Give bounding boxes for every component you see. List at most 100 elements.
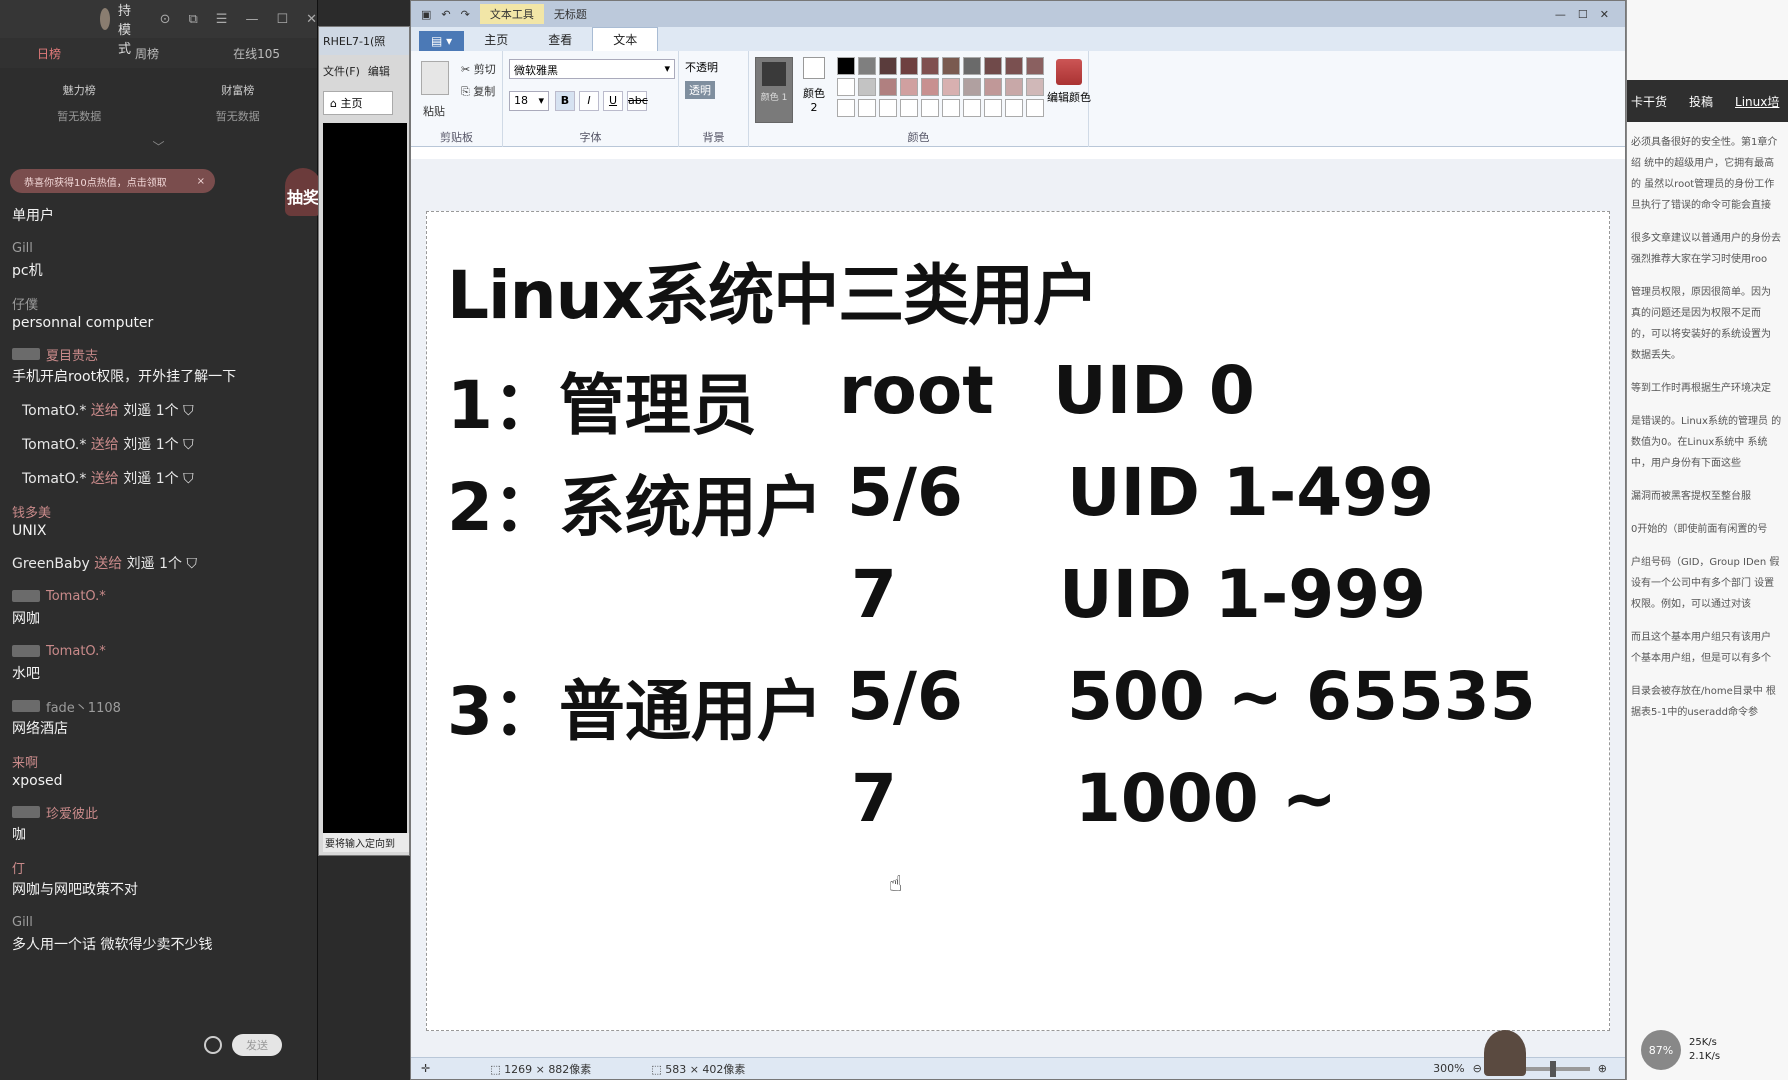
color-swatch[interactable] (900, 57, 918, 75)
color-swatch[interactable] (837, 78, 855, 96)
color-swatch[interactable] (1005, 57, 1023, 75)
color-swatch[interactable] (1026, 99, 1044, 117)
popout-icon[interactable]: ⧉ (188, 12, 197, 27)
close-icon[interactable]: ✕ (306, 12, 317, 27)
color-swatch[interactable] (858, 57, 876, 75)
menu-edit[interactable]: 编辑 (368, 63, 390, 79)
color1-button[interactable]: 颜色 1 (755, 57, 793, 123)
color-swatch[interactable] (858, 99, 876, 117)
zoom-out-button[interactable]: ⊖ (1473, 1062, 1482, 1075)
color2-button[interactable]: 颜色 2 (799, 57, 829, 114)
color-swatch[interactable] (984, 78, 1002, 96)
tab-home[interactable]: 主页 (464, 28, 528, 51)
color-swatch[interactable] (963, 78, 981, 96)
opaque-option[interactable]: 不透明 (685, 59, 718, 75)
vm-screen[interactable] (323, 123, 407, 843)
tab-text[interactable]: 文本 (592, 27, 659, 51)
color-swatch[interactable] (942, 78, 960, 96)
close-icon[interactable]: ✕ (1600, 8, 1609, 21)
username[interactable]: 仃 (12, 858, 312, 877)
color-swatch[interactable] (900, 99, 918, 117)
menu-icon[interactable]: ☰ (216, 12, 228, 27)
color-swatch[interactable] (1026, 57, 1044, 75)
wealth-rank-label[interactable]: 财富榜 (221, 82, 254, 98)
underline-button[interactable]: U (603, 91, 623, 111)
tab-view[interactable]: 查看 (528, 28, 592, 51)
color-swatch[interactable] (837, 99, 855, 117)
menu-file[interactable]: 文件(F) (323, 63, 360, 79)
gift-sender[interactable]: TomatO.* (22, 471, 86, 487)
nav-item[interactable]: Linux培 (1735, 93, 1779, 110)
save-icon[interactable]: ▣ (421, 8, 431, 21)
username[interactable]: fade丶1108 (12, 697, 312, 716)
gift-sender[interactable]: GreenBaby (12, 556, 90, 572)
chevron-down-icon[interactable]: ﹀ (0, 138, 317, 155)
undo-icon[interactable]: ↶ (441, 8, 450, 21)
gift-sender[interactable]: TomatO.* (22, 437, 86, 453)
color-swatch[interactable] (879, 57, 897, 75)
color-swatch[interactable] (900, 78, 918, 96)
minimize-icon[interactable]: — (1555, 8, 1566, 21)
nav-item[interactable]: 卡干货 (1631, 93, 1667, 110)
nav-item[interactable]: 投稿 (1689, 93, 1713, 110)
strikethrough-button[interactable]: abc (627, 91, 648, 111)
tab-daily[interactable]: 日榜 (37, 45, 61, 62)
redo-icon[interactable]: ↷ (461, 8, 470, 21)
username[interactable]: TomatO.* (12, 642, 312, 660)
color-swatch[interactable] (963, 99, 981, 117)
gift-sender[interactable]: TomatO.* (22, 403, 86, 419)
tab-weekly[interactable]: 周榜 (135, 45, 159, 62)
username[interactable]: Gill (12, 239, 312, 257)
color-swatch[interactable] (984, 99, 1002, 117)
send-button[interactable]: 发送 (232, 1034, 282, 1056)
maximize-icon[interactable]: ☐ (276, 12, 288, 27)
row-uid: UID 1-999 (1059, 556, 1426, 633)
color-swatch[interactable] (1005, 78, 1023, 96)
charm-rank-label[interactable]: 魅力榜 (63, 82, 96, 98)
avatar[interactable] (100, 8, 110, 30)
copy-button[interactable]: ⎘ 复制 (461, 83, 495, 99)
transparent-option[interactable]: 透明 (685, 81, 715, 99)
color-swatch[interactable] (942, 99, 960, 117)
maximize-icon[interactable]: ☐ (1578, 8, 1588, 21)
username[interactable]: 仔僕 (12, 294, 312, 313)
color-swatch[interactable] (1005, 99, 1023, 117)
tab-online[interactable]: 在线105 (233, 45, 280, 62)
color-swatch[interactable] (1026, 78, 1044, 96)
color-swatch[interactable] (858, 78, 876, 96)
reward-notice[interactable]: 恭喜你获得10点热值，点击领取 × (10, 169, 215, 193)
bold-button[interactable]: B (555, 91, 575, 111)
color-swatch[interactable] (879, 99, 897, 117)
zoom-in-button[interactable]: ⊕ (1598, 1062, 1607, 1075)
cut-button[interactable]: ✂ 剪切 (461, 61, 496, 77)
color-swatch[interactable] (984, 57, 1002, 75)
settings-icon[interactable]: ⊙ (160, 12, 171, 27)
paragraph: 必须具备很好的安全性。第1章介绍 统中的超级用户，它拥有最高的 虽然以root管… (1631, 137, 1778, 211)
username[interactable]: 来啊 (12, 752, 312, 771)
italic-button[interactable]: I (579, 91, 599, 111)
vm-home-tab[interactable]: ⌂ 主页 (323, 91, 393, 115)
drawing-canvas[interactable]: Linux系统中三类用户 1：管理员 root UID 0 2：系统用户 5/6… (426, 211, 1610, 1031)
color-swatch[interactable] (921, 99, 939, 117)
canvas-area[interactable]: Linux系统中三类用户 1：管理员 root UID 0 2：系统用户 5/6… (411, 159, 1625, 1059)
color-swatch[interactable] (837, 57, 855, 75)
edit-colors-button[interactable]: 编辑颜色 (1047, 59, 1091, 105)
username[interactable]: TomatO.* (12, 587, 312, 605)
username[interactable]: Gill (12, 913, 312, 931)
minimize-icon[interactable]: — (245, 12, 258, 27)
paint-menu-button[interactable]: ▤ ▾ (419, 31, 465, 51)
vm-window[interactable]: RHEL7-1(照 文件(F) 编辑 ⌂ 主页 要将输入定向到 (318, 26, 410, 856)
color-swatch[interactable] (963, 57, 981, 75)
color-swatch[interactable] (921, 57, 939, 75)
color-swatch[interactable] (942, 57, 960, 75)
username[interactable]: 珍爱彼此 (12, 803, 312, 822)
username[interactable]: 钱多美 (12, 502, 312, 521)
username[interactable]: 夏目贵志 (12, 345, 312, 364)
paste-icon[interactable] (421, 61, 449, 95)
paste-button[interactable]: 粘贴 (423, 103, 445, 119)
font-size-select[interactable]: 18 ▾ (509, 91, 549, 111)
emoji-icon[interactable] (204, 1036, 222, 1054)
color-swatch[interactable] (879, 78, 897, 96)
font-family-select[interactable]: 微软雅黑 ▾ (509, 59, 675, 79)
color-swatch[interactable] (921, 78, 939, 96)
